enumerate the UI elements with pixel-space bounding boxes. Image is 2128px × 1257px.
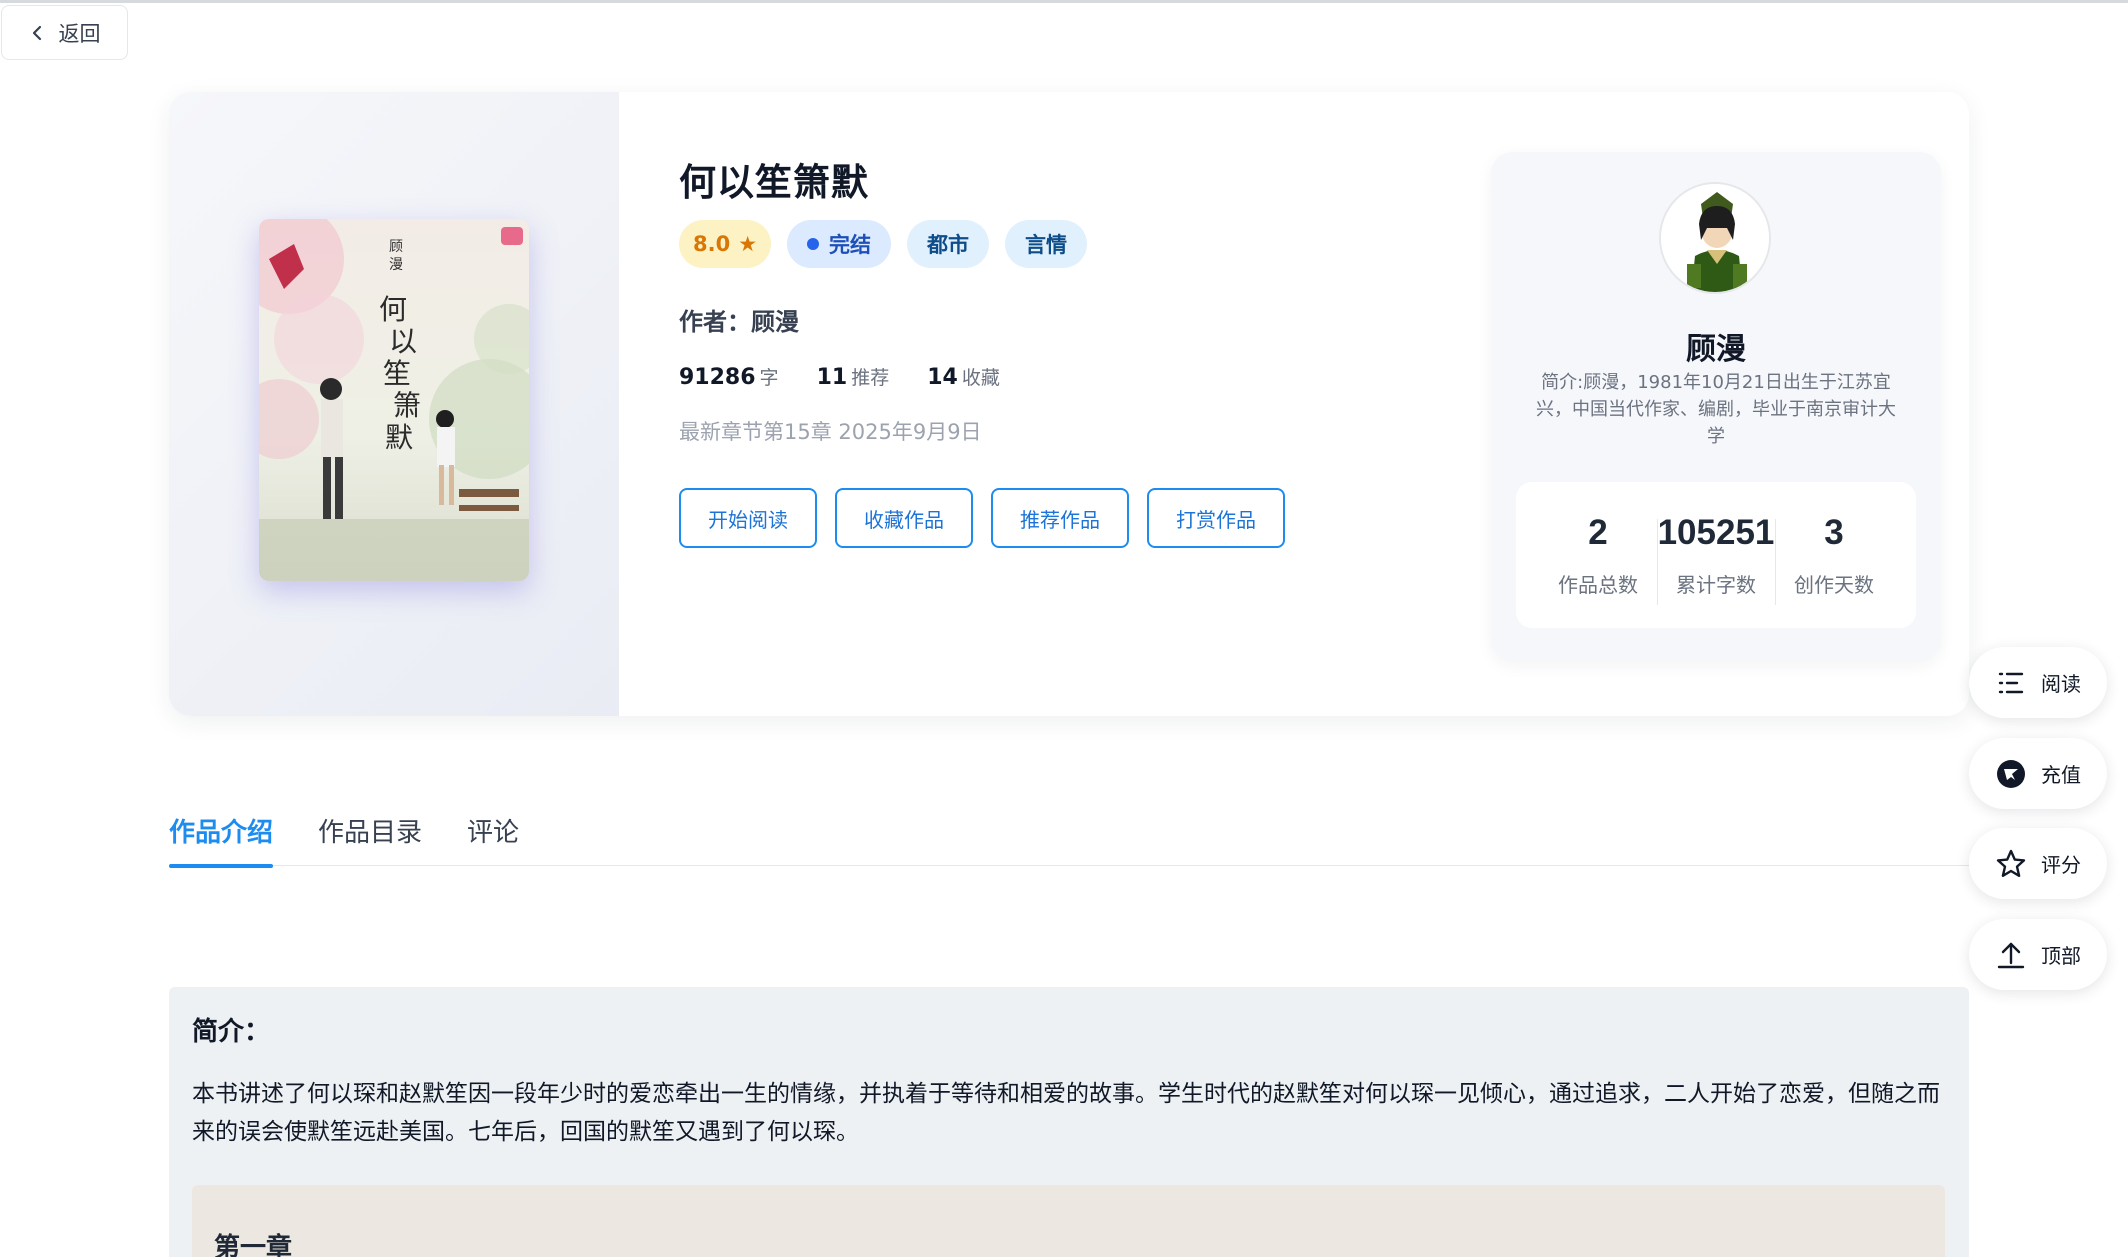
word-count-unit: 字: [759, 367, 779, 389]
intro-text: 本书讲述了何以琛和赵默笙因一段年少时的爱恋牵出一生的情缘，并执着于等待和相爱的故…: [192, 1081, 1940, 1145]
status-label: 完结: [829, 233, 872, 257]
star-outline-icon: [1996, 849, 2026, 877]
svg-text:顾: 顾: [389, 239, 403, 255]
back-label: 返回: [58, 21, 101, 46]
book-stats: 91286 字 11 推荐 14 收藏: [679, 363, 1285, 390]
float-rate-button[interactable]: 评分: [1969, 828, 2107, 899]
tab-comments[interactable]: 评论: [467, 808, 519, 866]
favorite-book-button[interactable]: 收藏作品: [835, 488, 973, 548]
status-badge: 完结: [787, 220, 892, 268]
favorite-count-value: 14: [927, 365, 958, 390]
author-avatar[interactable]: [1659, 182, 1771, 294]
float-read-label: 阅读: [2041, 672, 2081, 696]
chevron-left-icon: [32, 25, 41, 40]
status-dot-icon: [807, 238, 820, 250]
back-button[interactable]: 返回: [1, 5, 128, 60]
favorite-count-unit: 收藏: [961, 367, 1000, 389]
author-stat-value: 2: [1588, 512, 1608, 552]
book-actions: 开始阅读 收藏作品 推荐作品 打赏作品: [679, 488, 1285, 548]
author-card-name: 顾漫: [1686, 332, 1746, 367]
star-icon: ★: [738, 232, 758, 256]
svg-text:笙: 笙: [383, 357, 411, 390]
chapter-preview: 第一章: [192, 1185, 1945, 1257]
intro-label: 简介：: [192, 1017, 271, 1047]
arrow-up-icon: [1997, 942, 2025, 968]
recharge-icon: [1997, 759, 2025, 788]
author-stat-value: 105251: [1657, 512, 1775, 552]
latest-chapter[interactable]: 最新章节第15章 2025年9月9日: [679, 416, 1285, 446]
book-tags: 8.0 ★ 完结 都市 言情: [679, 220, 1285, 268]
cover-panel: 顾 漫 何 以 笙 箫 默: [169, 92, 619, 716]
book-info: 何以笙箫默 8.0 ★ 完结 都市 言情 作者：顾漫 91286 字 11 推荐 1…: [679, 152, 1285, 548]
svg-text:默: 默: [385, 421, 413, 454]
book-title: 何以笙箫默: [679, 161, 869, 204]
svg-text:箫: 箫: [393, 389, 421, 422]
author-line: 作者：顾漫: [679, 302, 1285, 337]
content-tabs: 作品介绍 作品目录 评论: [169, 808, 1969, 868]
author-stat-works: 2 作品总数: [1539, 513, 1657, 598]
author-stats: 2 作品总数 105251 累计字数 3 创作天数: [1516, 482, 1916, 628]
recommend-count-unit: 推荐: [851, 367, 890, 389]
author-stat-days: 3 创作天数: [1775, 512, 1893, 605]
rating-badge: 8.0 ★: [679, 220, 772, 268]
float-top-button[interactable]: 顶部: [1969, 919, 2107, 990]
author-name[interactable]: 顾漫: [751, 308, 799, 336]
author-intro: 简介:顾漫，1981年10月21日出生于江苏宜兴，中国当代作家、编剧，毕业于南京…: [1536, 372, 1896, 447]
word-count-value: 91286: [679, 365, 756, 390]
rating-value: 8.0: [693, 232, 731, 256]
svg-text:何: 何: [379, 293, 407, 326]
author-stat-label: 作品总数: [1558, 572, 1638, 597]
book-hero-card: 顾 漫 何 以 笙 箫 默 何以笙箫默 8.0 ★ 完结 都市 言情 作者：顾漫…: [169, 92, 1969, 716]
start-reading-button[interactable]: 开始阅读: [679, 488, 817, 548]
float-rate-label: 评分: [2041, 853, 2081, 877]
recommend-count-stat: 11 推荐: [817, 363, 890, 390]
recommend-book-button[interactable]: 推荐作品: [991, 488, 1129, 548]
tab-intro[interactable]: 作品介绍: [169, 808, 274, 868]
list-icon: [1998, 672, 2024, 693]
float-top-label: 顶部: [2041, 944, 2081, 968]
float-read-button[interactable]: 阅读: [1969, 647, 2107, 718]
book-cover-image[interactable]: 顾 漫 何 以 笙 箫 默: [259, 219, 529, 581]
author-stat-value: 3: [1824, 512, 1844, 552]
genre-tag-city[interactable]: 都市: [907, 220, 990, 268]
author-label: 作者：: [679, 308, 751, 336]
chapter-title: 第一章: [214, 1233, 293, 1257]
author-stat-words: 105251 累计字数: [1657, 512, 1775, 605]
tab-catalog[interactable]: 作品目录: [318, 808, 422, 866]
author-stat-label: 累计字数: [1676, 572, 1756, 597]
author-stat-label: 创作天数: [1794, 572, 1874, 597]
word-count-stat: 91286 字: [679, 363, 779, 390]
favorite-count-stat: 14 收藏: [927, 363, 1000, 390]
svg-text:漫: 漫: [389, 257, 403, 273]
tip-book-button[interactable]: 打赏作品: [1147, 488, 1285, 548]
genre-tag-romance[interactable]: 言情: [1005, 220, 1088, 268]
svg-text:以: 以: [389, 325, 417, 358]
top-divider: [0, 0, 2128, 3]
float-recharge-label: 充值: [2041, 763, 2081, 787]
recommend-count-value: 11: [816, 365, 848, 390]
intro-section: 简介： 本书讲述了何以琛和赵默笙因一段年少时的爱恋牵出一生的情缘，并执着于等待和…: [169, 987, 1969, 1257]
float-recharge-button[interactable]: 充值: [1969, 738, 2107, 809]
author-card: 顾漫 简介:顾漫，1981年10月21日出生于江苏宜兴，中国当代作家、编剧，毕业…: [1491, 152, 1941, 662]
